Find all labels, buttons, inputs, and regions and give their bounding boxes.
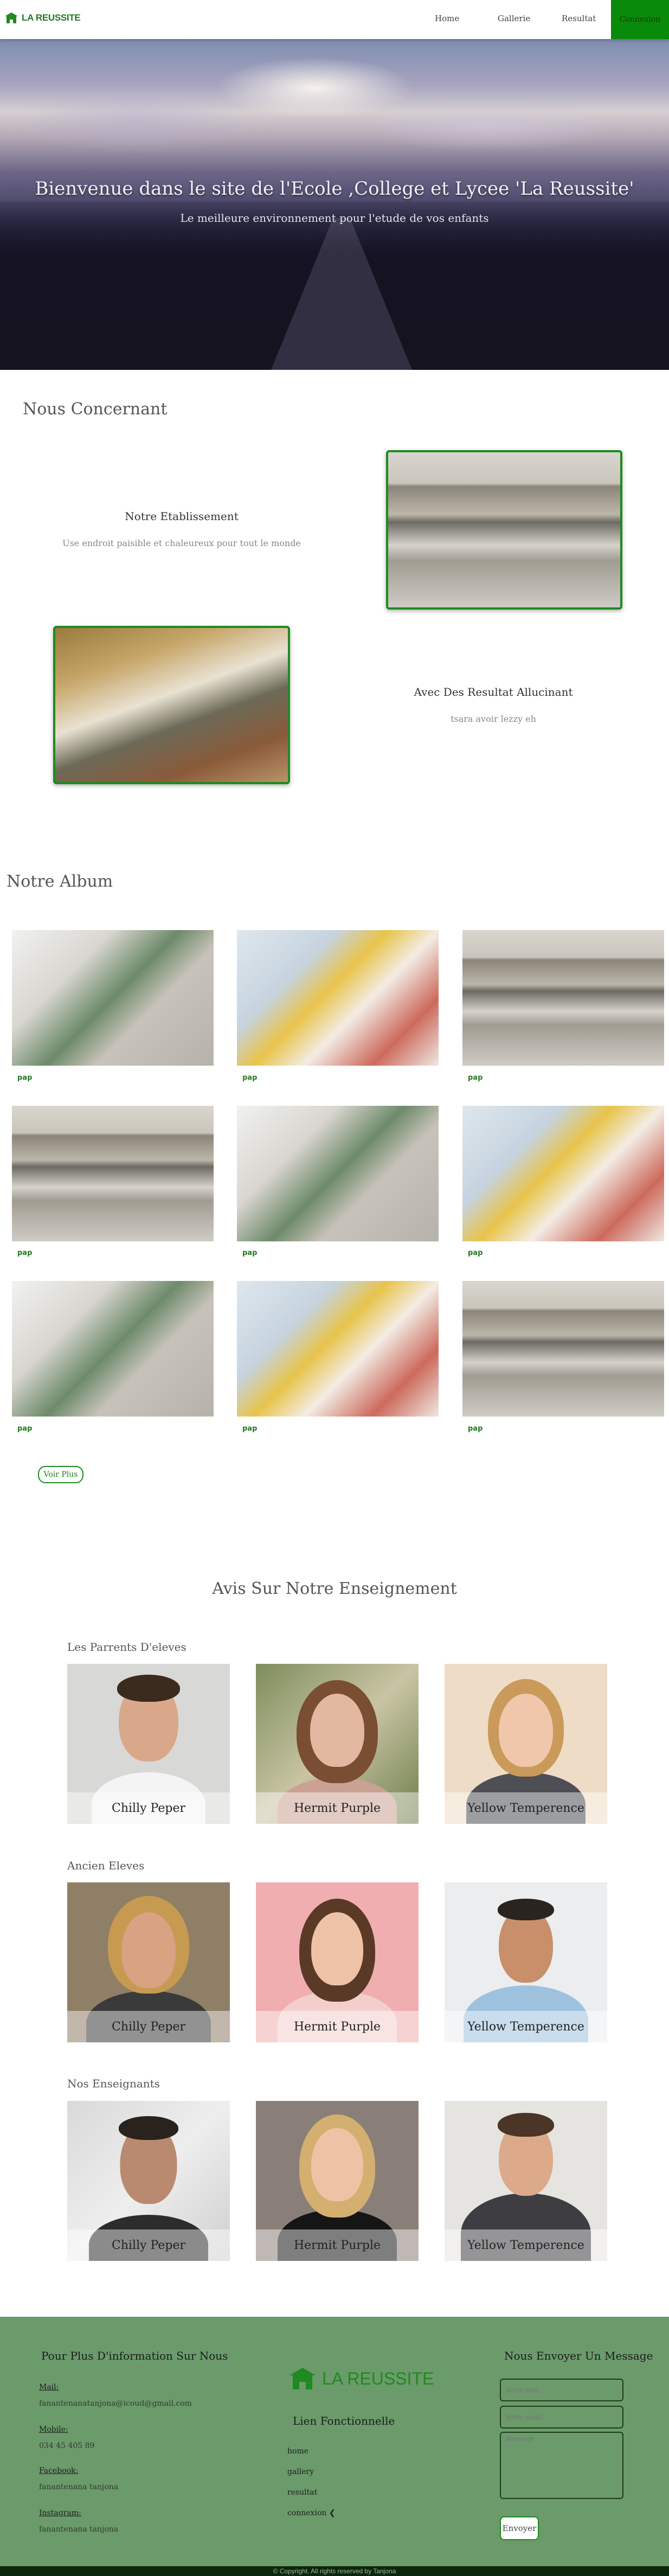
brand-logo[interactable]: LA REUSSITE <box>4 12 81 24</box>
hero-title: Bienvenue dans le site de l'Ecole ,Colle… <box>35 178 634 200</box>
album-caption: pap <box>468 1425 483 1433</box>
person-hair <box>498 1899 554 1920</box>
voir-plus-button[interactable]: Voir Plus <box>38 1466 83 1483</box>
album-photo[interactable] <box>462 1281 664 1417</box>
album-caption: pap <box>242 1249 258 1257</box>
about-block-title: Notre Etablissement <box>125 510 239 523</box>
nav-home-link[interactable]: Home <box>435 14 459 23</box>
testimonial-card[interactable]: Chilly Peper <box>67 1664 230 1824</box>
footer-link-home[interactable]: home <box>287 2447 308 2456</box>
about-heading: Nous Concernant <box>23 400 168 419</box>
album-caption: pap <box>242 1425 258 1433</box>
footer-link-connexion[interactable]: connexion ❮ <box>287 2509 336 2517</box>
footer-message-title: Nous Envoyer Un Message <box>504 2349 653 2362</box>
person-name: Chilly Peper <box>67 1792 230 1824</box>
about-block-resultat: Avec Des Resultat Allucinant tsara avoir… <box>374 685 613 724</box>
school-building-photo <box>386 450 622 610</box>
person-hair <box>117 1675 180 1702</box>
person-face <box>499 1694 553 1767</box>
footer-info-title: Pour Plus D'information Sur Nous <box>41 2349 228 2362</box>
footer-name-input[interactable] <box>500 2379 623 2401</box>
testimonial-card[interactable]: Yellow Temperence <box>445 1664 607 1824</box>
footer-message-input[interactable] <box>500 2432 623 2499</box>
album-photo[interactable] <box>237 930 439 1066</box>
footer-email-input[interactable] <box>500 2406 623 2428</box>
nav-connexion-button[interactable]: Connexion <box>611 0 669 39</box>
hero-subtitle: Le meilleure environnement pour l'etude … <box>180 212 489 225</box>
person-face <box>311 1912 363 1985</box>
album-photo[interactable] <box>237 1106 439 1241</box>
classroom-photo <box>53 626 290 784</box>
footer-mobile-label: Mobile: <box>39 2425 68 2434</box>
about-block-text: tsara avoir lezzy eh <box>451 714 536 724</box>
footer-instagram-label: Instagram: <box>39 2509 81 2517</box>
album-photo[interactable] <box>237 1281 439 1417</box>
album-caption: pap <box>17 1249 33 1257</box>
person-face <box>121 1912 176 1988</box>
footer-link-connexion-label: connexion <box>287 2509 327 2517</box>
album-photo[interactable] <box>12 1281 214 1417</box>
brand-name: LA REUSSITE <box>22 12 81 23</box>
footer-mail-label: Mail: <box>39 2383 59 2392</box>
footer-links-title: Lien Fonctionnelle <box>293 2414 395 2427</box>
album-caption: pap <box>17 1074 33 1082</box>
footer-link-gallery[interactable]: gallery <box>287 2468 314 2476</box>
person-face <box>310 1694 364 1767</box>
nav-gallerie-link[interactable]: Gallerie <box>498 14 530 23</box>
navbar: LA REUSSITE Home Gallerie Resultat Conne… <box>0 0 669 39</box>
footer-send-button[interactable]: Envoyer <box>500 2516 539 2540</box>
nav-resultat-link[interactable]: Resultat <box>562 14 596 23</box>
about-block-etablissement: Notre Etablissement Use endroit paisible… <box>60 510 304 548</box>
footer-brand: LA REUSSITE <box>287 2367 434 2391</box>
person-name: Chilly Peper <box>67 2011 230 2042</box>
person-name: Yellow Temperence <box>445 1792 607 1824</box>
person-name: Yellow Temperence <box>445 2011 607 2042</box>
person-name: Yellow Temperence <box>445 2229 607 2261</box>
hero-banner: Bienvenue dans le site de l'Ecole ,Colle… <box>0 39 669 370</box>
album-caption: pap <box>468 1074 483 1082</box>
group-title-enseignants: Nos Enseignants <box>67 2077 160 2090</box>
footer-instagram-value: fanantenana tanjona <box>39 2525 119 2534</box>
about-block-title: Avec Des Resultat Allucinant <box>414 685 573 699</box>
footer-brand-name: LA REUSSITE <box>322 2368 434 2388</box>
testimonial-card[interactable]: Yellow Temperence <box>445 2101 607 2261</box>
album-caption: pap <box>17 1425 33 1433</box>
group-title-parents: Les Parrents D'eleves <box>67 1641 186 1654</box>
testimonial-card[interactable]: Hermit Purple <box>256 2101 419 2261</box>
album-caption: pap <box>242 1074 258 1082</box>
person-name: Hermit Purple <box>256 1792 419 1824</box>
person-name: Hermit Purple <box>256 2229 419 2261</box>
person-face <box>311 2128 363 2201</box>
testimonial-card[interactable]: Chilly Peper <box>67 1882 230 2042</box>
testimonial-card[interactable]: Hermit Purple <box>256 1882 419 2042</box>
footer-facebook-value: fanantenana tanjona <box>39 2483 119 2491</box>
footer-mail-value: fanantenanatanjona@icoud@gmail.com <box>39 2399 192 2408</box>
school-icon <box>290 2368 316 2389</box>
hero-sky <box>0 39 669 202</box>
sign-in-icon: ❮ <box>329 2509 336 2517</box>
about-block-text: Use endroit paisible et chaleureux pour … <box>62 538 301 548</box>
album-caption: pap <box>468 1249 483 1257</box>
footer-link-resultat[interactable]: resultat <box>287 2488 317 2497</box>
avis-heading: Avis Sur Notre Enseignement <box>212 1579 457 1598</box>
person-name: Hermit Purple <box>256 2011 419 2042</box>
testimonial-card[interactable]: Yellow Temperence <box>445 1882 607 2042</box>
person-hair <box>498 2113 554 2137</box>
school-icon <box>5 12 18 23</box>
testimonial-card[interactable]: Hermit Purple <box>256 1664 419 1824</box>
person-name: Chilly Peper <box>67 2229 230 2261</box>
group-title-anciens: Ancien Eleves <box>67 1859 145 1872</box>
copyright-bar: © Copyright. All rights reserved by Tanj… <box>0 2566 669 2576</box>
person-hair <box>119 2116 178 2140</box>
album-photo[interactable] <box>462 930 664 1066</box>
album-photo[interactable] <box>462 1106 664 1241</box>
testimonial-card[interactable]: Chilly Peper <box>67 2101 230 2261</box>
footer-mobile-value: 034 45 405 89 <box>39 2442 95 2450</box>
album-photo[interactable] <box>12 1106 214 1241</box>
footer-facebook-label: Facebook: <box>39 2466 79 2475</box>
album-heading: Notre Album <box>7 872 113 891</box>
album-photo[interactable] <box>12 930 214 1066</box>
